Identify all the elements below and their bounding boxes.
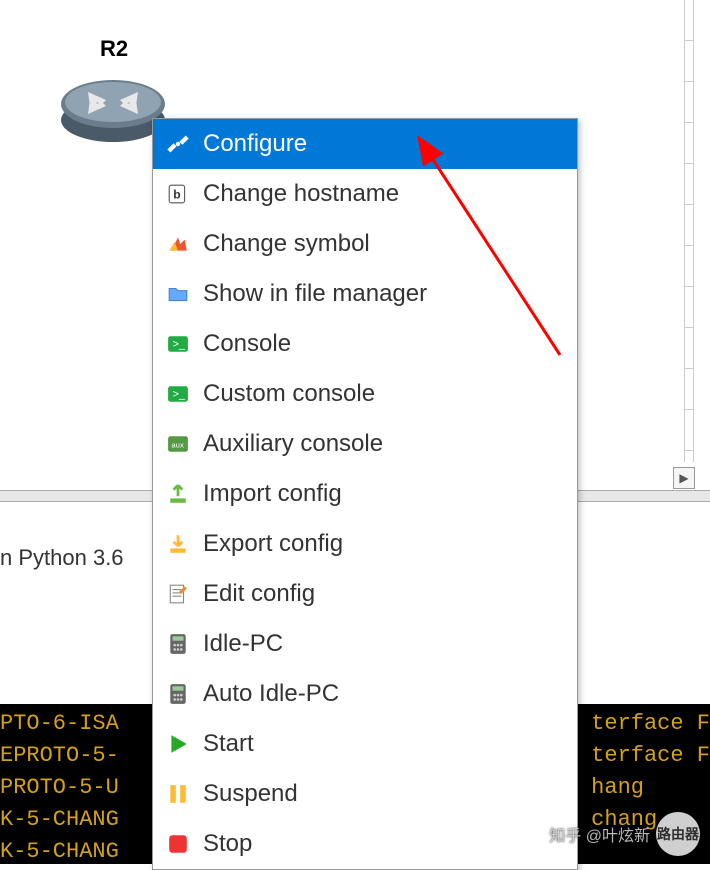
menu-item-label: Suspend bbox=[203, 780, 298, 808]
folder-icon bbox=[167, 283, 189, 305]
menu-item-label: Idle-PC bbox=[203, 630, 283, 658]
console-icon: >_ bbox=[167, 383, 189, 405]
watermark: 知乎 @叶炫新 路由器 bbox=[549, 812, 700, 856]
tools-icon bbox=[167, 133, 189, 155]
svg-text:>_: >_ bbox=[173, 388, 186, 400]
menu-item-label: Show in file manager bbox=[203, 280, 427, 308]
menu-item-label: Stop bbox=[203, 830, 252, 858]
watermark-text: 知乎 @叶炫新 bbox=[549, 822, 650, 846]
ruler-vertical bbox=[684, 0, 694, 462]
watermark-badge: 路由器 bbox=[656, 812, 700, 856]
menu-item-auxiliary-console[interactable]: aux Auxiliary console bbox=[153, 419, 577, 469]
console-icon: >_ bbox=[167, 333, 189, 355]
menu-item-configure[interactable]: Configure bbox=[153, 119, 577, 169]
router-label: R2 bbox=[100, 36, 128, 62]
menu-item-change-hostname[interactable]: b Change hostname bbox=[153, 169, 577, 219]
menu-item-stop[interactable]: Stop bbox=[153, 819, 577, 869]
import-icon bbox=[167, 483, 189, 505]
calc-icon bbox=[167, 633, 189, 655]
menu-item-label: Export config bbox=[203, 530, 343, 558]
terminal-line-right: terface F bbox=[591, 740, 710, 772]
menu-item-export-config[interactable]: Export config bbox=[153, 519, 577, 569]
svg-text:aux: aux bbox=[171, 440, 184, 449]
menu-item-label: Auto Idle-PC bbox=[203, 680, 339, 708]
status-python-text: n Python 3.6 bbox=[0, 545, 124, 571]
menu-item-label: Custom console bbox=[203, 380, 375, 408]
aux-console-icon: aux bbox=[167, 433, 189, 455]
terminal-line-right: hang bbox=[591, 772, 710, 804]
svg-text:>_: >_ bbox=[173, 338, 186, 350]
symbol-icon bbox=[167, 233, 189, 255]
menu-item-auto-idle-pc[interactable]: Auto Idle-PC bbox=[153, 669, 577, 719]
scroll-right-button[interactable]: ▶ bbox=[673, 467, 695, 489]
context-menu: Configure b Change hostname Change symbol Sh… bbox=[152, 118, 578, 870]
menu-item-label: Edit config bbox=[203, 580, 315, 608]
menu-item-custom-console[interactable]: >_ Custom console bbox=[153, 369, 577, 419]
menu-item-label: Configure bbox=[203, 130, 307, 158]
menu-item-show-in-file-manager[interactable]: Show in file manager bbox=[153, 269, 577, 319]
export-icon bbox=[167, 533, 189, 555]
menu-item-label: Console bbox=[203, 330, 291, 358]
menu-item-label: Change hostname bbox=[203, 180, 399, 208]
rename-icon: b bbox=[167, 183, 189, 205]
menu-item-label: Import config bbox=[203, 480, 342, 508]
stop-icon bbox=[167, 833, 189, 855]
menu-item-suspend[interactable]: Suspend bbox=[153, 769, 577, 819]
menu-item-console[interactable]: >_ Console bbox=[153, 319, 577, 369]
calc-icon bbox=[167, 683, 189, 705]
edit-icon bbox=[167, 583, 189, 605]
terminal-line-right: terface F bbox=[591, 708, 710, 740]
play-icon bbox=[167, 733, 189, 755]
menu-item-label: Auxiliary console bbox=[203, 430, 383, 458]
menu-item-label: Start bbox=[203, 730, 254, 758]
menu-item-label: Change symbol bbox=[203, 230, 370, 258]
menu-item-import-config[interactable]: Import config bbox=[153, 469, 577, 519]
menu-item-start[interactable]: Start bbox=[153, 719, 577, 769]
svg-text:b: b bbox=[173, 187, 180, 201]
menu-item-idle-pc[interactable]: Idle-PC bbox=[153, 619, 577, 669]
pause-icon bbox=[167, 783, 189, 805]
menu-item-edit-config[interactable]: Edit config bbox=[153, 569, 577, 619]
menu-item-change-symbol[interactable]: Change symbol bbox=[153, 219, 577, 269]
